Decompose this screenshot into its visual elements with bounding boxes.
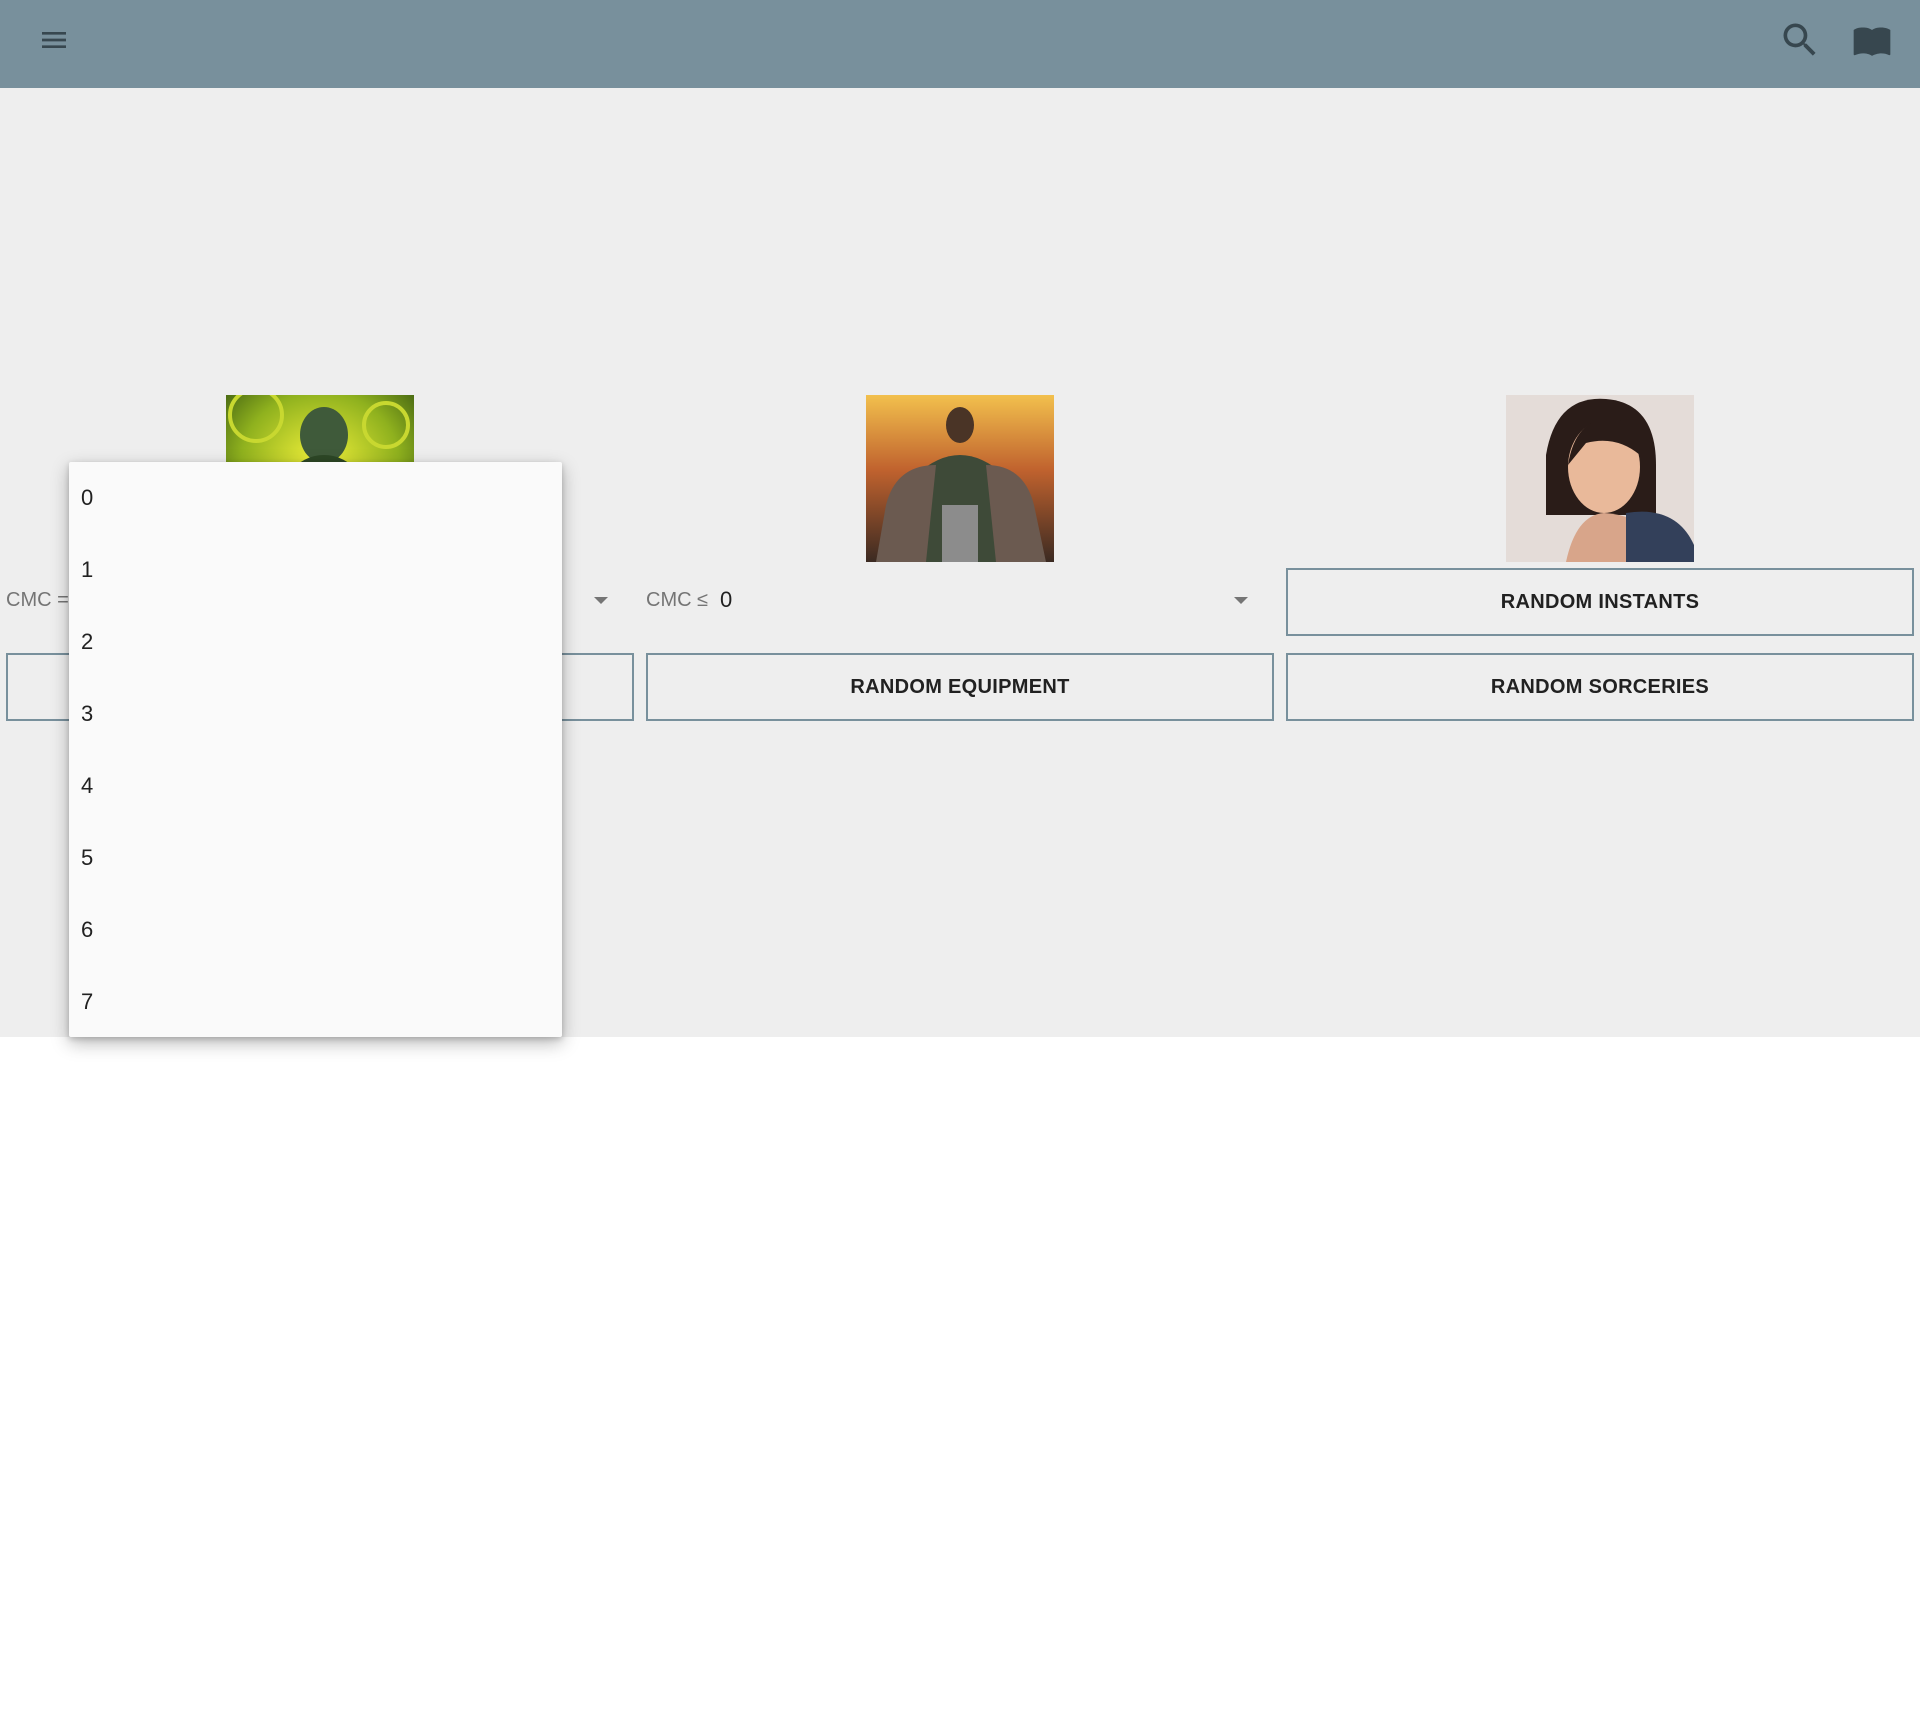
random-equipment-button[interactable]: RANDOM EQUIPMENT — [646, 653, 1274, 721]
dropdown-option-2[interactable]: 2 — [69, 606, 562, 678]
menu-button[interactable] — [26, 12, 82, 68]
dropdown-option-0[interactable]: 0 — [69, 462, 562, 534]
cmc-less-equal-value: 0 — [720, 587, 733, 612]
dropdown-option-1[interactable]: 1 — [69, 534, 562, 606]
dropdown-option-5[interactable]: 5 — [69, 822, 562, 894]
cmc-dropdown-menu: 0 1 2 3 4 5 6 7 — [69, 462, 562, 1037]
menu-icon — [38, 24, 70, 56]
random-instants-button[interactable]: RANDOM INSTANTS — [1286, 568, 1914, 636]
dropdown-arrow-icon — [1234, 597, 1248, 604]
top-app-bar — [0, 0, 1920, 88]
random-sorceries-button[interactable]: RANDOM SORCERIES — [1286, 653, 1914, 721]
cmc-less-equal-select[interactable]: CMC ≤ 0 — [646, 576, 1274, 624]
warrior-artwork — [866, 395, 1054, 562]
cmc-less-equal-prefix: CMC ≤ — [646, 589, 709, 611]
cmc-equals-prefix: CMC = — [6, 589, 69, 611]
dropdown-option-6[interactable]: 6 — [69, 894, 562, 966]
portrait-artwork — [1506, 395, 1694, 562]
search-button[interactable] — [1772, 12, 1828, 68]
dropdown-option-3[interactable]: 3 — [69, 678, 562, 750]
dropdown-option-7[interactable]: 7 — [69, 966, 562, 1037]
dropdown-option-4[interactable]: 4 — [69, 750, 562, 822]
dropdown-arrow-icon — [594, 597, 608, 604]
book-button[interactable] — [1844, 12, 1900, 68]
search-icon — [1778, 18, 1822, 62]
book-open-icon — [1852, 20, 1892, 60]
